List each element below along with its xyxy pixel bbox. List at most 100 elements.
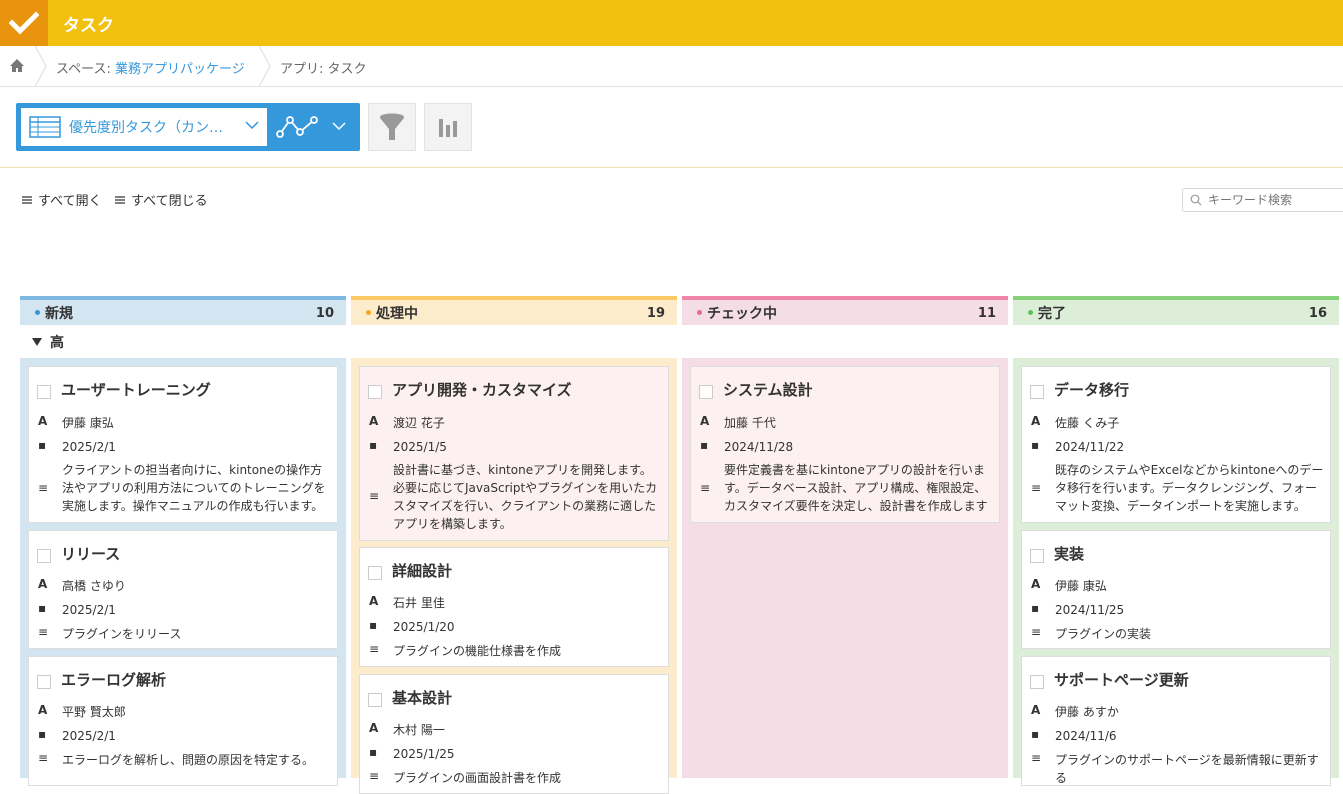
column-title: 処理中 xyxy=(376,305,418,322)
card-checkbox[interactable] xyxy=(368,693,382,707)
card-date: 2024/11/22 xyxy=(1055,440,1125,454)
notes-icon: ≡ xyxy=(700,481,711,495)
expand-all-button[interactable]: すべて開く xyxy=(21,190,102,209)
breadcrumb-separator-icon xyxy=(34,46,47,87)
collapse-all-button[interactable]: すべて閉じる xyxy=(114,190,208,209)
person-icon: 𝗔 xyxy=(38,703,48,717)
card-assignee: 平野 賢太郎 xyxy=(62,705,126,719)
card-description: 設計書に基づき、kintoneアプリを開発します。必要に応じてJavaScrip… xyxy=(393,463,658,531)
card-assignee: 渡辺 花子 xyxy=(393,416,445,430)
kanban-card[interactable]: サポートページ更新 𝗔 伊藤 あすか ▪ 2024/11/6 ≡ プラグインのサポート… xyxy=(1021,656,1331,786)
breadcrumb-separator-icon xyxy=(258,46,271,87)
bar-chart-icon xyxy=(439,119,457,137)
status-dot-icon xyxy=(35,310,40,315)
calendar-icon: ▪ xyxy=(369,438,378,452)
card-checkbox[interactable] xyxy=(37,385,51,399)
notes-icon: ≡ xyxy=(369,489,380,503)
column-count: 16 xyxy=(1308,306,1327,321)
card-date: 2024/11/28 xyxy=(724,440,794,454)
kanban-card[interactable]: ユーザートレーニング 𝗔 伊藤 康弘 ▪ 2025/2/1 ≡ クライアントの担当者向… xyxy=(28,366,338,523)
notes-icon: ≡ xyxy=(38,481,49,495)
card-title: ユーザートレーニング xyxy=(61,381,211,399)
card-checkbox[interactable] xyxy=(368,566,382,580)
card-title: エラーログ解析 xyxy=(61,671,167,689)
kanban-card[interactable]: データ移行 𝗔 佐藤 くみ子 ▪ 2024/11/22 ≡ 既存のシステムやExcel… xyxy=(1021,366,1331,523)
expand-lines-icon xyxy=(22,195,32,204)
notes-icon: ≡ xyxy=(1031,625,1042,639)
breadcrumb: スペース: 業務アプリパッケージ アプリ: タスク xyxy=(0,46,1343,87)
column-body-done: データ移行 𝗔 佐藤 くみ子 ▪ 2024/11/22 ≡ 既存のシステムやExcel… xyxy=(1013,358,1339,786)
app-check-icon[interactable] xyxy=(0,0,48,46)
card-title: データ移行 xyxy=(1054,381,1130,399)
kanban-card[interactable]: 実装 𝗔 伊藤 康弘 ▪ 2024/11/25 ≡ プラグインの実装 xyxy=(1021,530,1331,649)
column-title: 新規 xyxy=(45,305,73,322)
card-checkbox[interactable] xyxy=(1030,549,1044,563)
kanban-card[interactable]: アプリ開発・カスタマイズ 𝗔 渡辺 花子 ▪ 2025/1/5 ≡ 設計書に基づき、k… xyxy=(359,366,669,541)
kanban-card[interactable]: 詳細設計 𝗔 石井 里佳 ▪ 2025/1/20 ≡ プラグインの機能仕様書を作成 xyxy=(359,547,669,667)
home-icon[interactable] xyxy=(9,58,25,77)
column-body-new: ユーザートレーニング 𝗔 伊藤 康弘 ▪ 2025/2/1 ≡ クライアントの担当者向… xyxy=(20,358,346,786)
card-description: プラグインの機能仕様書を作成 xyxy=(393,644,562,658)
keyword-search[interactable] xyxy=(1182,188,1343,212)
column-count: 11 xyxy=(977,306,996,321)
graph-menu-button[interactable] xyxy=(272,103,360,151)
calendar-icon: ▪ xyxy=(1031,727,1040,741)
card-assignee: 佐藤 くみ子 xyxy=(1055,416,1120,430)
card-date: 2025/1/25 xyxy=(393,747,455,761)
kanban-card[interactable]: 基本設計 𝗔 木村 陽一 ▪ 2025/1/25 ≡ プラグインの画面設計書を作成 xyxy=(359,674,669,794)
card-date: 2024/11/25 xyxy=(1055,603,1125,617)
person-icon: 𝗔 xyxy=(1031,703,1041,717)
card-assignee: 高橋 さゆり xyxy=(62,579,126,593)
card-assignee: 伊藤 あすか xyxy=(1055,705,1119,719)
column-header-checking: チェック中 11 xyxy=(682,296,1008,325)
view-toolbar: 優先度別タスク（カン… xyxy=(16,103,360,151)
calendar-icon: ▪ xyxy=(700,438,709,452)
table-view-icon xyxy=(29,116,61,138)
card-assignee: 加藤 千代 xyxy=(724,416,776,430)
kanban-card[interactable]: リリース 𝗔 高橋 さゆり ▪ 2025/2/1 ≡ プラグインをリリース xyxy=(28,530,338,649)
app-title: タスク xyxy=(63,16,114,36)
notes-icon: ≡ xyxy=(1031,481,1042,495)
notes-icon: ≡ xyxy=(38,751,49,765)
card-date: 2024/11/6 xyxy=(1055,729,1117,743)
card-description: プラグインのサポートページを最新情報に更新する xyxy=(1055,753,1319,785)
card-checkbox[interactable] xyxy=(1030,675,1044,689)
card-description: プラグインの画面設計書を作成 xyxy=(393,771,562,785)
column-header-in-progress: 処理中 19 xyxy=(351,296,677,325)
breadcrumb-app: アプリ: タスク xyxy=(280,62,367,77)
card-title: 実装 xyxy=(1054,545,1085,563)
status-dot-icon xyxy=(1028,310,1033,315)
search-input[interactable] xyxy=(1208,193,1343,207)
toolbar-divider xyxy=(0,167,1343,168)
kanban-card[interactable]: システム設計 𝗔 加藤 千代 ▪ 2024/11/28 ≡ 要件定義書を基にkinto… xyxy=(690,366,1000,523)
card-checkbox[interactable] xyxy=(1030,385,1044,399)
notes-icon: ≡ xyxy=(369,769,380,783)
card-description: エラーログを解析し、問題の原因を特定する。 xyxy=(62,753,315,767)
kanban-card[interactable]: エラーログ解析 𝗔 平野 賢太郎 ▪ 2025/2/1 ≡ エラーログを解析し、問題の… xyxy=(28,656,338,786)
column-title: 完了 xyxy=(1038,305,1066,322)
column-title: チェック中 xyxy=(707,305,777,322)
swimlane-toggle[interactable]: 高 xyxy=(32,332,64,352)
calendar-icon: ▪ xyxy=(38,438,47,452)
card-checkbox[interactable] xyxy=(37,549,51,563)
calendar-icon: ▪ xyxy=(38,601,47,615)
card-checkbox[interactable] xyxy=(37,675,51,689)
breadcrumb-space[interactable]: スペース: 業務アプリパッケージ xyxy=(56,58,245,77)
collapse-all-label: すべて閉じる xyxy=(131,194,208,209)
view-selector[interactable]: 優先度別タスク（カン… xyxy=(21,108,267,146)
chevron-down-icon xyxy=(245,121,259,130)
card-title: サポートページ更新 xyxy=(1054,671,1189,689)
notes-icon: ≡ xyxy=(369,642,380,656)
card-checkbox[interactable] xyxy=(368,385,382,399)
card-checkbox[interactable] xyxy=(699,385,713,399)
card-title: リリース xyxy=(61,545,121,563)
person-icon: 𝗔 xyxy=(369,594,379,608)
card-date: 2025/2/1 xyxy=(62,440,116,454)
card-date: 2025/2/1 xyxy=(62,603,116,617)
swimlane-label: 高 xyxy=(50,335,64,351)
breadcrumb-space-link[interactable]: 業務アプリパッケージ xyxy=(115,62,245,77)
graph-chart-button[interactable] xyxy=(424,103,472,151)
person-icon: 𝗔 xyxy=(369,414,379,428)
column-count: 19 xyxy=(646,306,665,321)
filter-button[interactable] xyxy=(368,103,416,151)
